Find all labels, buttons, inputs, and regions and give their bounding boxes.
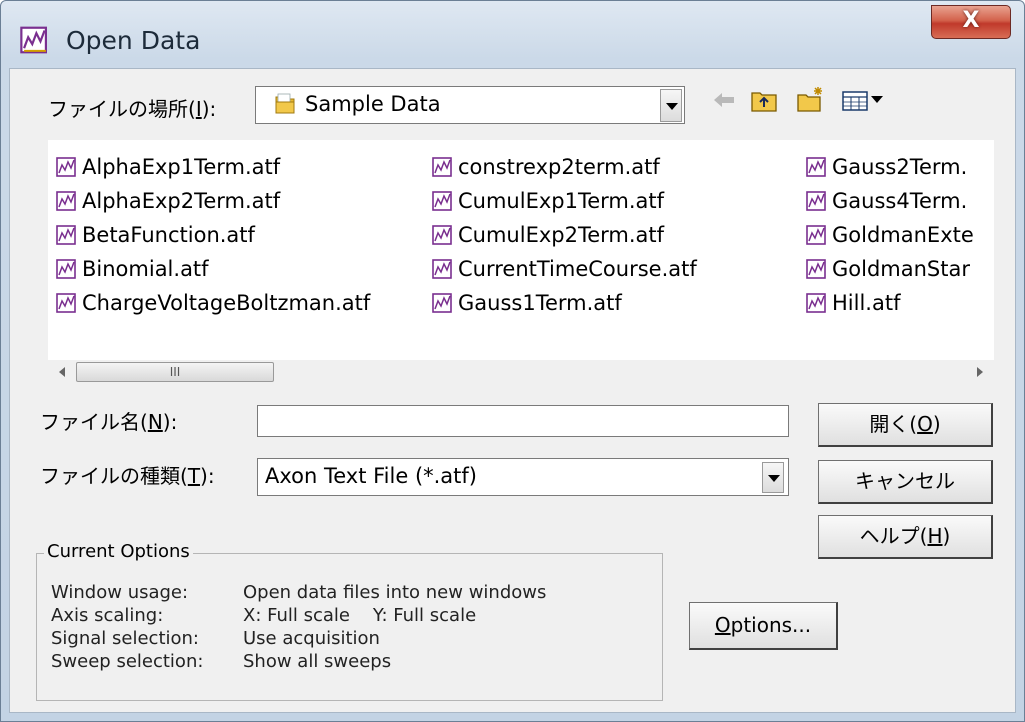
help-button[interactable]: ヘルプ(H) [818,515,993,559]
cancel-button[interactable]: キャンセル [818,460,993,504]
window-title: Open Data [66,26,201,55]
scroll-right-icon[interactable] [974,365,986,379]
filetype-dropdown-button[interactable] [762,462,784,493]
options-button[interactable]: Options... [689,602,838,650]
list-item[interactable]: AlphaExp1Term.atf [56,150,280,184]
data-file-icon [56,259,76,279]
current-options-group [36,553,663,701]
list-item[interactable]: CurrentTimeCourse.atf [432,252,697,286]
view-menu-icon[interactable] [840,85,890,115]
list-item[interactable]: Gauss4Term. [806,184,992,218]
data-file-icon [432,225,452,245]
data-file-icon [806,157,826,177]
back-arrow-icon[interactable] [708,85,740,115]
list-item[interactable]: CumulExp1Term.atf [432,184,664,218]
data-file-icon [432,157,452,177]
list-item[interactable]: ChargeVoltageBoltzman.atf [56,286,370,320]
list-item[interactable]: CumulExp2Term.atf [432,218,664,252]
option-value: Show all sweeps [243,651,392,672]
data-file-icon [56,191,76,211]
option-label: Window usage: [51,582,189,603]
list-item[interactable]: BetaFunction.atf [56,218,255,252]
up-folder-icon[interactable] [748,85,780,115]
new-folder-icon[interactable] [794,85,826,115]
list-item[interactable]: AlphaExp2Term.atf [56,184,280,218]
option-value: Use acquisition [243,628,380,649]
data-file-icon [806,191,826,211]
list-item[interactable]: constrexp2term.atf [432,150,660,184]
filename-field[interactable] [257,405,789,437]
list-item[interactable]: GoldmanStar [806,252,992,286]
filetype-label: ファイルの種類(T): [40,464,215,488]
open-button[interactable]: 開く(O) [818,403,993,447]
chevron-down-icon [768,474,780,482]
data-file-icon [806,293,826,313]
option-label: Sweep selection: [51,651,204,672]
list-item[interactable]: Gauss1Term.atf [432,286,622,320]
data-file-icon [56,157,76,177]
filename-label: ファイル名(N): [40,410,178,434]
option-label: Signal selection: [51,628,199,649]
option-value: Open data files into new windows [243,582,547,603]
close-button[interactable]: X [931,5,1011,39]
data-file-icon [432,259,452,279]
folder-icon [275,93,295,114]
look-in-value: Sample Data [305,92,441,116]
data-file-icon [56,293,76,313]
list-item[interactable]: Gauss2Term. [806,150,992,184]
data-file-icon [56,225,76,245]
data-file-icon [432,293,452,313]
option-value: X: Full scale Y: Full scale [243,605,477,626]
data-file-icon [806,259,826,279]
option-label: Axis scaling: [51,605,164,626]
look-in-dropdown-button[interactable] [660,89,682,122]
current-options-title: Current Options [44,541,193,562]
scroll-left-icon[interactable] [56,365,68,379]
data-file-icon [432,191,452,211]
close-icon: X [962,8,980,33]
filetype-select[interactable]: Axon Text File (*.atf) [257,458,789,496]
scrollbar-thumb[interactable]: III [76,362,274,382]
look-in-label: ファイルの場所(I): [48,97,217,121]
chevron-down-icon [666,102,678,110]
list-item[interactable]: Binomial.atf [56,252,209,286]
list-item[interactable]: GoldmanExte [806,218,992,252]
app-icon [20,26,47,54]
filetype-value: Axon Text File (*.atf) [265,464,477,488]
grip-icon: III [169,365,181,379]
list-item[interactable]: Hill.atf [806,286,992,320]
data-file-icon [806,225,826,245]
